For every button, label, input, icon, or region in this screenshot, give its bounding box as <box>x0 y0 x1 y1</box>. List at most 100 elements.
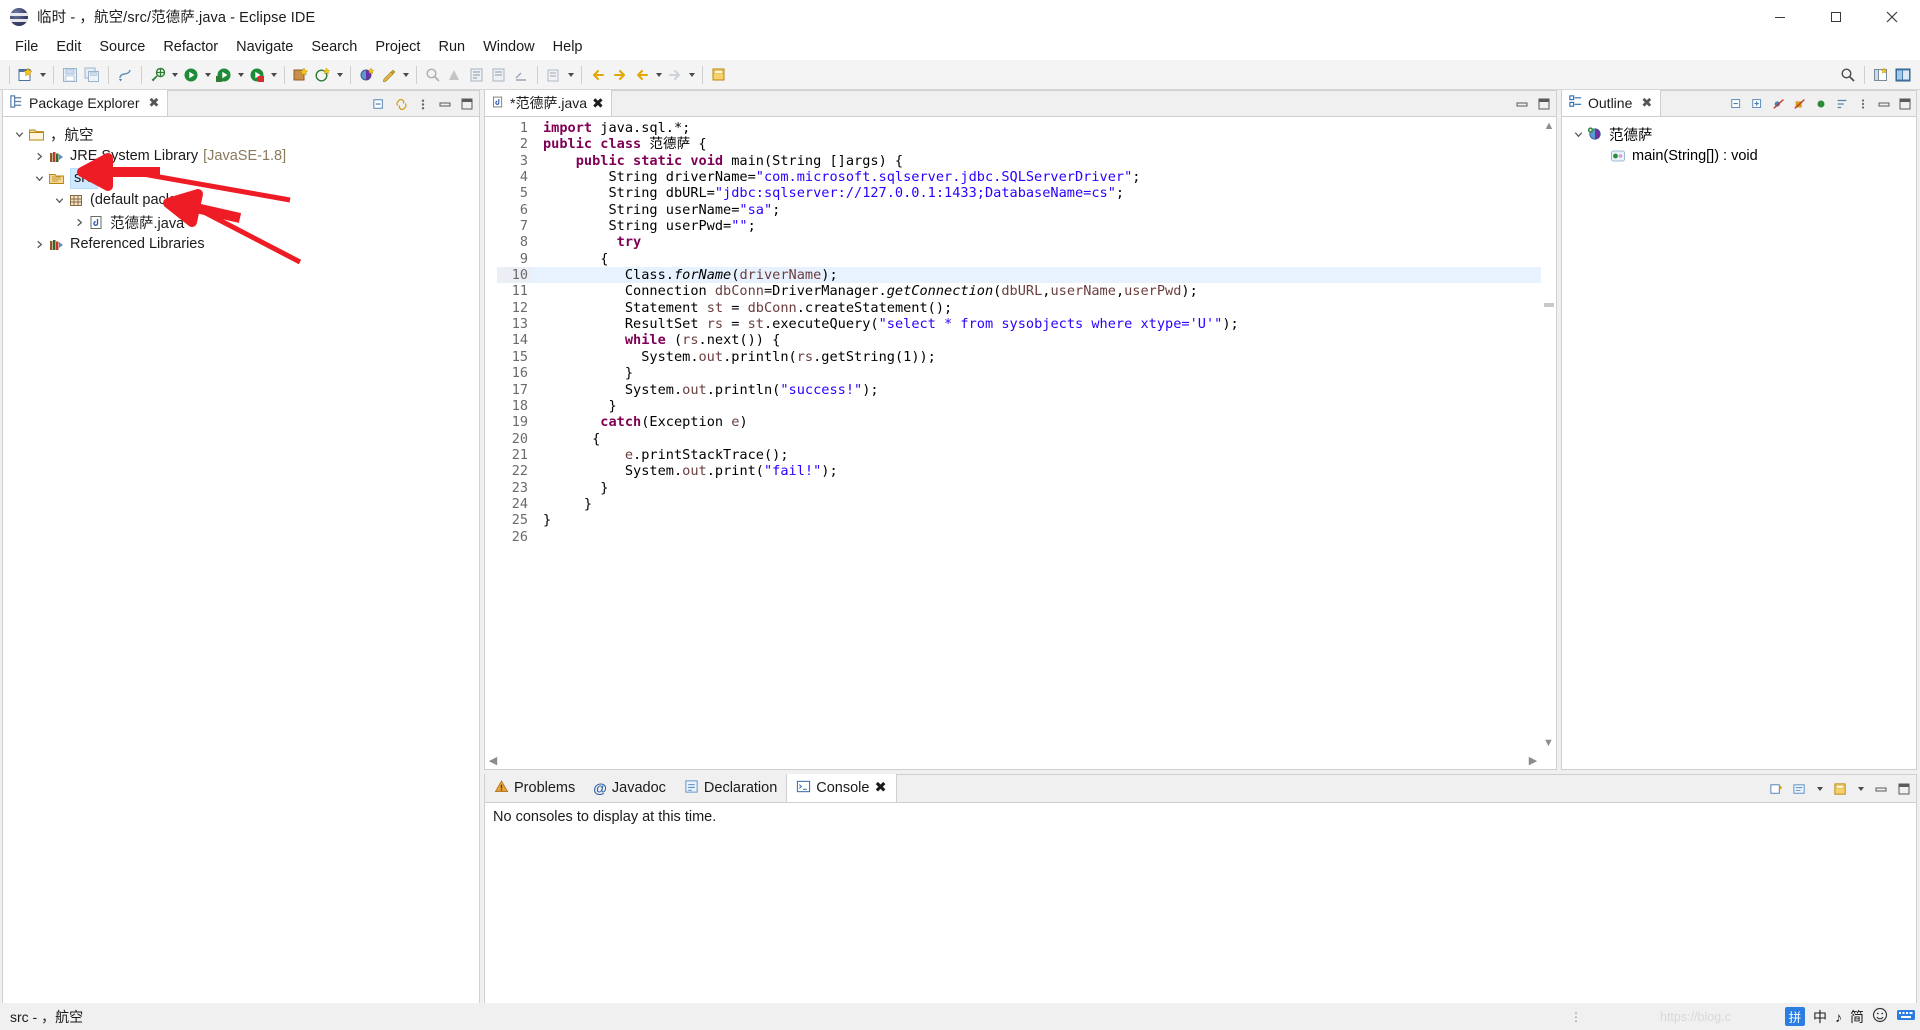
open-perspective-icon[interactable] <box>1870 64 1892 86</box>
minimize-icon[interactable] <box>1876 96 1892 112</box>
menu-window[interactable]: Window <box>474 35 544 59</box>
print-icon[interactable] <box>114 64 136 86</box>
tab-console[interactable]: Console ✖ <box>786 774 897 802</box>
new-java-package-icon[interactable] <box>312 64 334 86</box>
menu-source[interactable]: Source <box>90 35 154 59</box>
emoji-icon[interactable] <box>1872 1007 1888 1026</box>
code-line[interactable]: import java.sql.*; <box>543 120 1556 136</box>
pin-console-icon[interactable] <box>1832 781 1848 797</box>
forward-history-icon[interactable] <box>664 64 686 86</box>
code-line[interactable]: } <box>543 496 1556 512</box>
open-console-dropdown-icon[interactable] <box>1814 778 1825 800</box>
menu-file[interactable]: File <box>6 35 47 59</box>
code-line[interactable]: String userName="sa"; <box>543 202 1556 218</box>
code-line[interactable]: } <box>543 512 1556 528</box>
code-line[interactable]: System.out.println(rs.getString(1)); <box>543 349 1556 365</box>
debug-dropdown-icon[interactable] <box>202 64 213 86</box>
code-line[interactable]: String dbURL="jdbc:sqlserver://127.0.0.1… <box>543 185 1556 201</box>
close-icon[interactable]: ✖ <box>592 95 604 112</box>
tree-item-jre-system-library[interactable]: JRE System Library [JavaSE-1.8] <box>3 145 479 167</box>
new-java-project-icon[interactable] <box>290 64 312 86</box>
tab-javadoc[interactable]: @ Javadoc <box>584 774 675 802</box>
open-type-icon[interactable] <box>444 64 466 86</box>
tab-editor-file[interactable]: *范德萨.java ✖ <box>485 90 612 116</box>
save-icon[interactable] <box>59 64 81 86</box>
outline-item-class[interactable]: 范德萨 <box>1566 123 1916 145</box>
save-all-icon[interactable] <box>81 64 103 86</box>
close-icon[interactable]: ✖ <box>1641 95 1652 111</box>
last-edit-dropdown-icon[interactable] <box>565 64 576 86</box>
code-line[interactable] <box>543 529 1556 545</box>
pin-editor-icon[interactable] <box>708 64 730 86</box>
back-history-icon[interactable] <box>631 64 653 86</box>
tab-problems[interactable]: Problems <box>485 774 585 802</box>
code-line[interactable]: Connection dbConn=DriverManager.getConne… <box>543 283 1556 299</box>
minimize-button[interactable] <box>1752 0 1808 33</box>
menu-project[interactable]: Project <box>366 35 429 59</box>
view-menu-icon[interactable] <box>1855 96 1871 112</box>
menu-refactor[interactable]: Refactor <box>154 35 227 59</box>
build-dropdown-icon[interactable] <box>169 64 180 86</box>
display-selected-console-dropdown-icon[interactable] <box>1855 778 1866 800</box>
code-line[interactable]: } <box>543 480 1556 496</box>
editor-code-area[interactable]: import java.sql.*; public class 范德萨 { pub… <box>531 118 1556 769</box>
hide-fields-icon[interactable] <box>1771 96 1787 112</box>
view-menu-icon[interactable] <box>415 96 431 112</box>
editor-vertical-scrollbar[interactable]: ▲ ▼ <box>1541 118 1556 751</box>
hide-nonpublic-icon[interactable] <box>1813 96 1829 112</box>
close-button[interactable] <box>1864 0 1920 33</box>
close-icon[interactable]: ✖ <box>874 780 886 796</box>
code-line[interactable]: } <box>543 365 1556 381</box>
run-dropdown-icon[interactable] <box>235 64 246 86</box>
tab-declaration[interactable]: Declaration <box>674 774 787 802</box>
code-line[interactable]: } <box>543 398 1556 414</box>
new-wizard-icon[interactable] <box>15 64 37 86</box>
minimize-icon[interactable] <box>1514 96 1530 112</box>
menu-navigate[interactable]: Navigate <box>227 35 302 59</box>
chevron-right-icon[interactable] <box>71 211 88 233</box>
java-perspective-icon[interactable] <box>1892 64 1914 86</box>
build-icon[interactable] <box>147 64 169 86</box>
expand-all-icon[interactable] <box>1750 96 1766 112</box>
code-line[interactable]: public static void main(String []args) { <box>543 153 1556 169</box>
code-line[interactable]: public class 范德萨 { <box>543 136 1556 152</box>
link-with-editor-icon[interactable] <box>393 96 409 112</box>
run-icon[interactable] <box>213 64 235 86</box>
code-line[interactable]: try <box>543 234 1556 250</box>
maximize-icon[interactable] <box>459 96 475 112</box>
scroll-left-arrow-icon[interactable]: ◀ <box>485 754 501 767</box>
code-line[interactable]: String driverName="com.microsoft.sqlserv… <box>543 169 1556 185</box>
collapse-all-icon[interactable] <box>371 96 387 112</box>
code-line[interactable]: ResultSet rs = st.executeQuery("select *… <box>543 316 1556 332</box>
ime-simplified-label[interactable]: 简 <box>1850 1007 1864 1027</box>
close-icon[interactable]: ✖ <box>149 95 160 111</box>
run-coverage-icon[interactable] <box>246 64 268 86</box>
tab-package-explorer[interactable]: Package Explorer ✖ <box>3 90 169 116</box>
tree-item-referenced-libraries[interactable]: Referenced Libraries <box>3 233 479 255</box>
open-console-icon[interactable] <box>1791 781 1807 797</box>
editor-annotation-ruler[interactable] <box>485 118 497 769</box>
back-icon[interactable] <box>587 64 609 86</box>
tree-item-project[interactable]: ，航空 <box>3 123 479 145</box>
maximize-button[interactable] <box>1808 0 1864 33</box>
toggle-mark-occurrences-icon[interactable] <box>510 64 532 86</box>
maximize-icon[interactable] <box>1897 96 1913 112</box>
forward-icon[interactable] <box>609 64 631 86</box>
menu-search[interactable]: Search <box>302 35 366 59</box>
run-coverage-dropdown-icon[interactable] <box>268 64 279 86</box>
new-wizard-dropdown-icon[interactable] <box>37 64 48 86</box>
menu-help[interactable]: Help <box>544 35 592 59</box>
new-class-icon[interactable] <box>356 64 378 86</box>
next-annotation-icon[interactable] <box>466 64 488 86</box>
ime-chinese-label[interactable]: 中 <box>1813 1007 1827 1027</box>
debug-icon[interactable] <box>180 64 202 86</box>
new-annotation-icon[interactable] <box>378 64 400 86</box>
chevron-down-icon[interactable] <box>51 189 68 211</box>
code-line[interactable]: String userPwd=""; <box>543 218 1556 234</box>
hide-static-icon[interactable] <box>1792 96 1808 112</box>
forward-history-dropdown-icon[interactable] <box>686 64 697 86</box>
outline-item-method[interactable]: main(String[]) : void <box>1566 145 1916 167</box>
chevron-down-icon[interactable] <box>31 167 48 189</box>
tree-item-default-package[interactable]: (default package) <box>3 189 479 211</box>
menu-edit[interactable]: Edit <box>47 35 90 59</box>
